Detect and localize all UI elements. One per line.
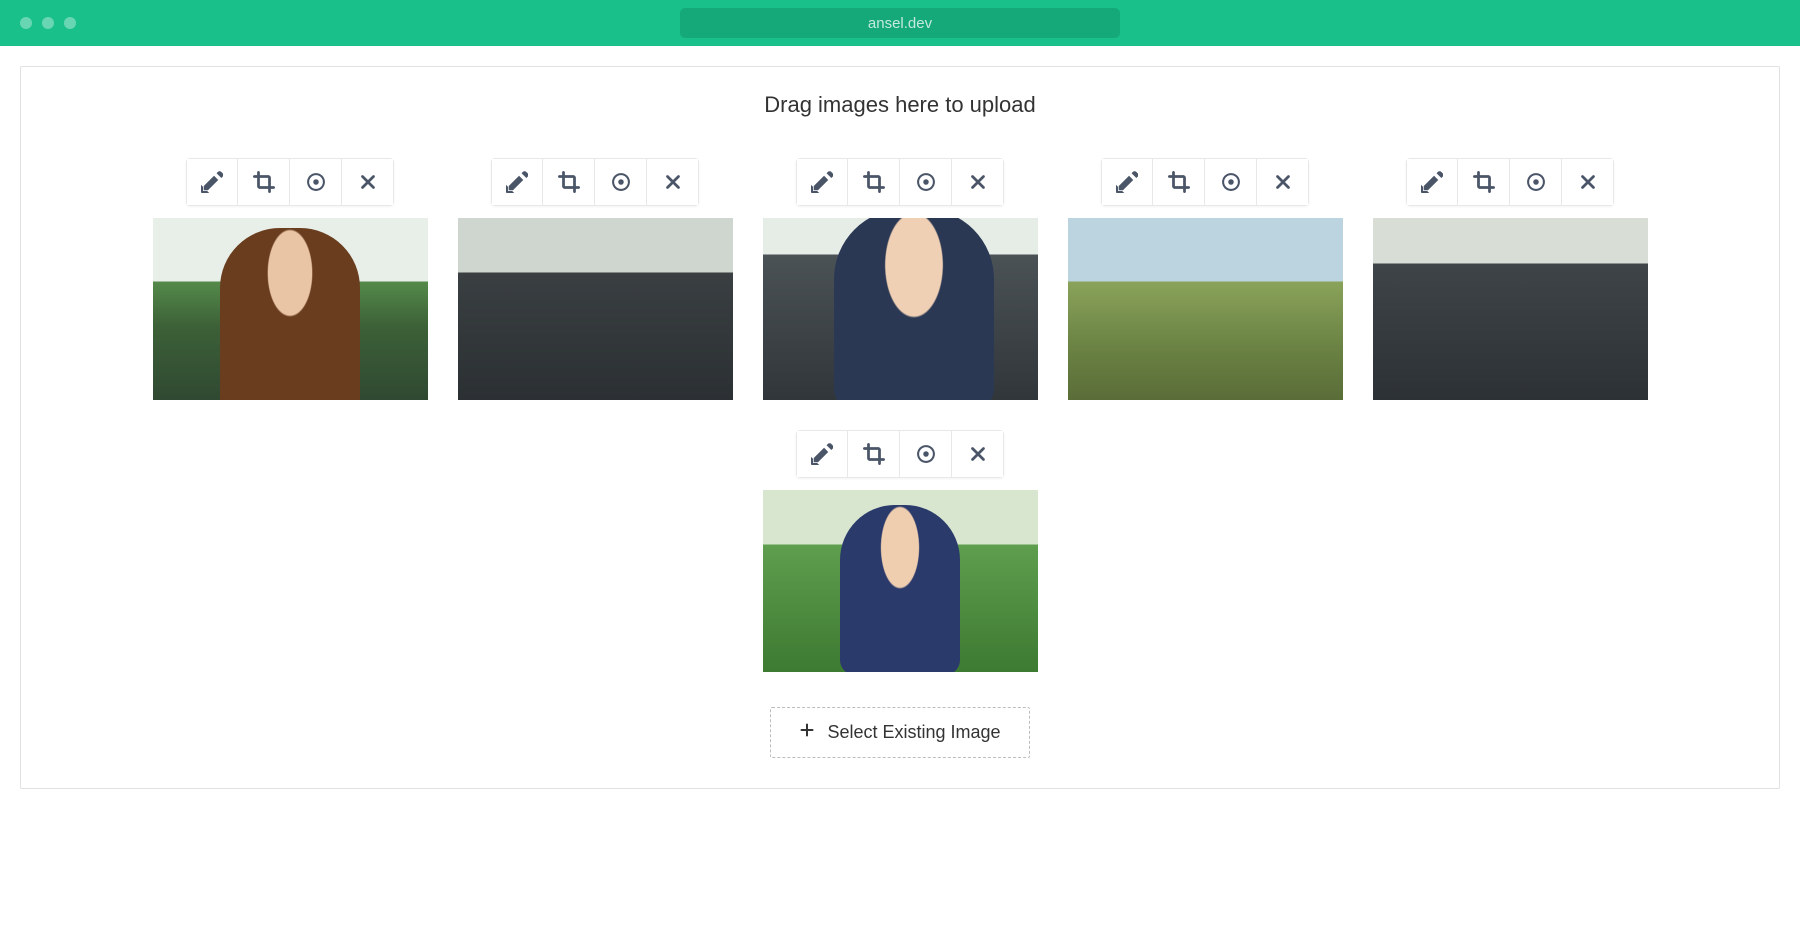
thumbnail-toolbar [1406, 158, 1614, 206]
crop-icon [1473, 171, 1495, 193]
upload-panel[interactable]: Drag images here to upload Select Existi… [20, 66, 1780, 789]
close-icon [967, 443, 989, 465]
browser-chrome: ansel.dev [0, 0, 1800, 46]
delete-button[interactable] [952, 158, 1004, 206]
close-icon [1577, 171, 1599, 193]
thumbnail-toolbar [491, 158, 699, 206]
thumbnail-card [763, 430, 1038, 672]
thumbnail-image[interactable] [763, 218, 1038, 400]
crop-button[interactable] [1153, 158, 1205, 206]
thumbnail-card [458, 158, 733, 400]
focal-button[interactable] [900, 430, 952, 478]
thumbnail-card [1373, 158, 1648, 400]
edit-button[interactable] [491, 158, 543, 206]
crop-icon [253, 171, 275, 193]
pencil-icon [1116, 171, 1138, 193]
thumbnail-card [1068, 158, 1343, 400]
edit-button[interactable] [1406, 158, 1458, 206]
thumbnail-card [153, 158, 428, 400]
pencil-icon [811, 443, 833, 465]
url-bar-wrapper: ansel.dev [76, 8, 1724, 38]
close-icon [357, 171, 379, 193]
window-maximize-icon[interactable] [64, 17, 76, 29]
delete-button[interactable] [342, 158, 394, 206]
edit-button[interactable] [796, 430, 848, 478]
plus-icon [799, 722, 815, 743]
close-icon [662, 171, 684, 193]
crop-icon [558, 171, 580, 193]
crop-icon [863, 171, 885, 193]
edit-button[interactable] [186, 158, 238, 206]
focal-button[interactable] [290, 158, 342, 206]
dropzone-heading: Drag images here to upload [61, 92, 1739, 118]
content-wrapper: Drag images here to upload Select Existi… [0, 46, 1800, 809]
select-existing-button[interactable]: Select Existing Image [770, 707, 1029, 758]
pencil-icon [811, 171, 833, 193]
crop-button[interactable] [848, 430, 900, 478]
edit-button[interactable] [1101, 158, 1153, 206]
focal-point-icon [305, 171, 327, 193]
window-controls [20, 17, 76, 29]
crop-icon [863, 443, 885, 465]
focal-point-icon [1525, 171, 1547, 193]
pencil-icon [1421, 171, 1443, 193]
window-close-icon[interactable] [20, 17, 32, 29]
focal-point-icon [610, 171, 632, 193]
window-minimize-icon[interactable] [42, 17, 54, 29]
crop-button[interactable] [238, 158, 290, 206]
thumbnail-image[interactable] [1373, 218, 1648, 400]
crop-icon [1168, 171, 1190, 193]
delete-button[interactable] [1562, 158, 1614, 206]
delete-button[interactable] [647, 158, 699, 206]
close-icon [1272, 171, 1294, 193]
focal-point-icon [915, 171, 937, 193]
focal-button[interactable] [900, 158, 952, 206]
focal-button[interactable] [1205, 158, 1257, 206]
focal-point-icon [1220, 171, 1242, 193]
crop-button[interactable] [848, 158, 900, 206]
thumbnail-image[interactable] [153, 218, 428, 400]
focal-button[interactable] [595, 158, 647, 206]
crop-button[interactable] [1458, 158, 1510, 206]
select-existing-label: Select Existing Image [827, 722, 1000, 743]
close-icon [967, 171, 989, 193]
pencil-icon [506, 171, 528, 193]
thumbnail-image[interactable] [458, 218, 733, 400]
url-input[interactable]: ansel.dev [680, 8, 1120, 38]
delete-button[interactable] [1257, 158, 1309, 206]
thumbnail-toolbar [186, 158, 394, 206]
thumbnail-image[interactable] [1068, 218, 1343, 400]
thumbnail-toolbar [796, 158, 1004, 206]
url-text: ansel.dev [868, 15, 932, 32]
thumbnail-card [763, 158, 1038, 400]
thumbnail-grid [61, 158, 1739, 672]
pencil-icon [201, 171, 223, 193]
delete-button[interactable] [952, 430, 1004, 478]
focal-point-icon [915, 443, 937, 465]
crop-button[interactable] [543, 158, 595, 206]
thumbnail-toolbar [1101, 158, 1309, 206]
thumbnail-image[interactable] [763, 490, 1038, 672]
edit-button[interactable] [796, 158, 848, 206]
focal-button[interactable] [1510, 158, 1562, 206]
select-existing-wrap: Select Existing Image [61, 707, 1739, 758]
thumbnail-toolbar [796, 430, 1004, 478]
